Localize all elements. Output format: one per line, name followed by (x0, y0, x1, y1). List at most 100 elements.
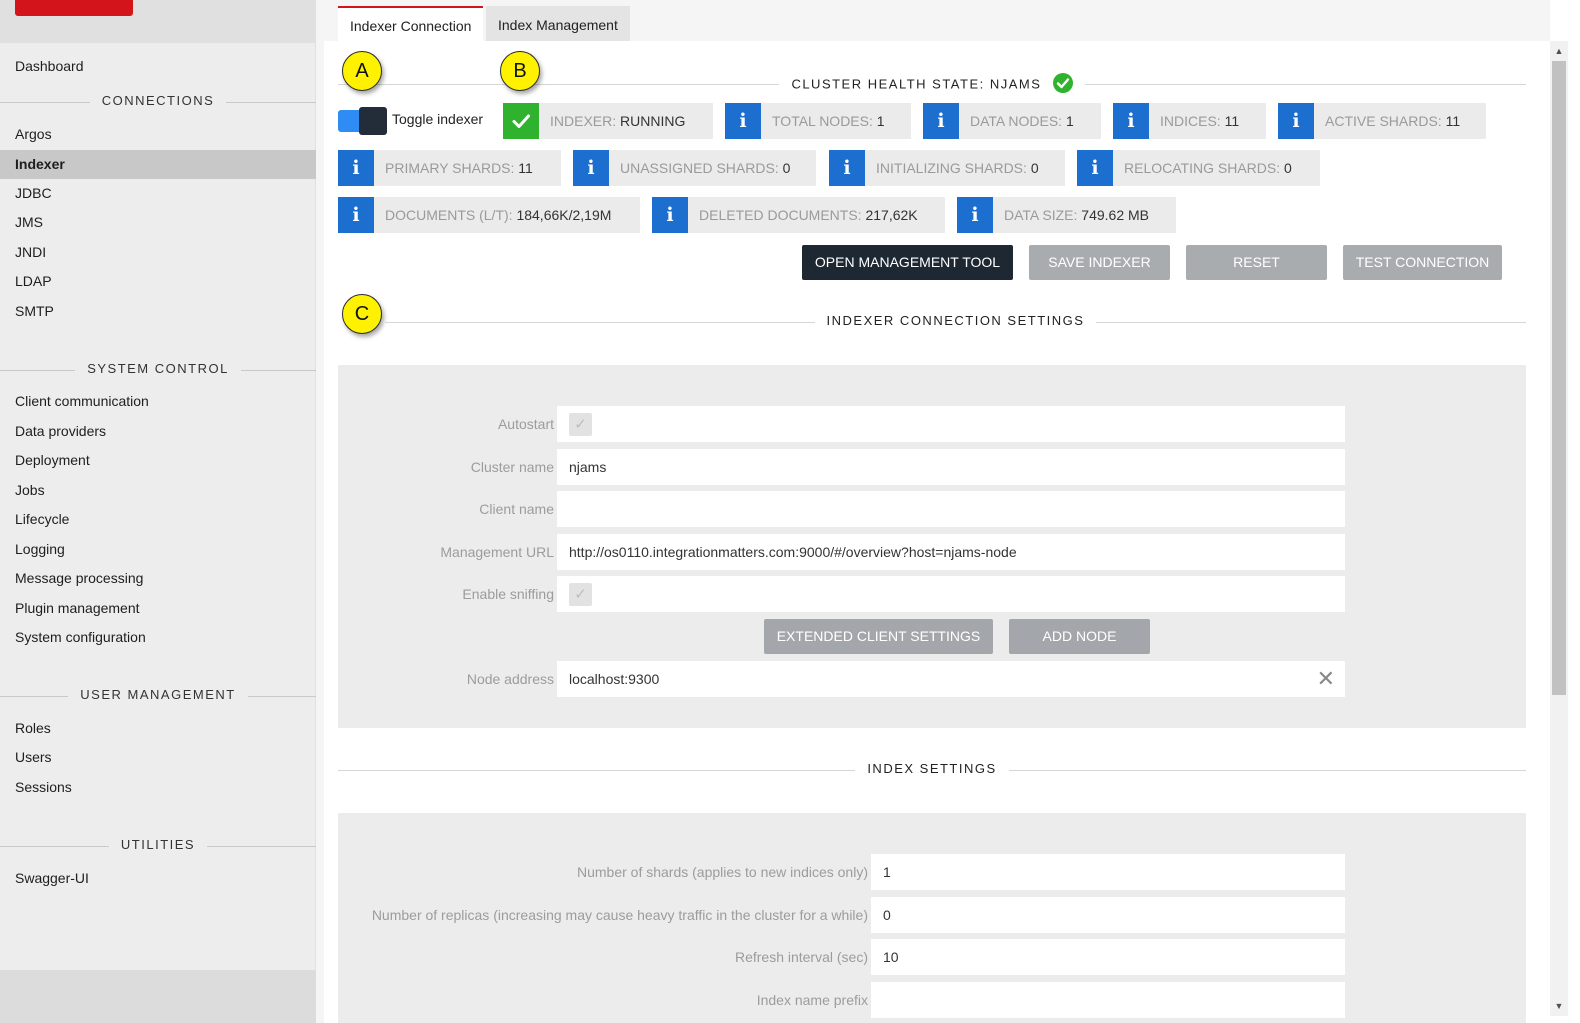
info-icon[interactable]: i (338, 197, 374, 233)
sidebar-footer (0, 970, 316, 1023)
toggle-indexer-switch[interactable] (338, 107, 388, 135)
sidebar-item-sessions[interactable]: Sessions (0, 773, 316, 802)
stat-indices: i INDICES: 11 (1113, 103, 1266, 139)
cluster-name-label: Cluster name (470, 459, 554, 475)
scrollbar-thumb[interactable] (1552, 61, 1566, 695)
tab-indexer-connection[interactable]: Indexer Connection (338, 6, 484, 41)
shards-label: Number of shards (applies to new indices… (576, 864, 868, 880)
client-name-input[interactable] (557, 491, 1345, 527)
management-url-label: Management URL (440, 544, 554, 560)
sidebar-item-jndi[interactable]: JNDI (0, 238, 316, 267)
sidebar-item-swagger-ui[interactable]: Swagger-UI (0, 864, 316, 893)
index-prefix-input[interactable] (871, 982, 1345, 1018)
section-header-system-control: SYSTEM CONTROL (0, 361, 316, 379)
sidebar-item-jms[interactable]: JMS (0, 208, 316, 237)
stat-primary-shards: i PRIMARY SHARDS: 11 (338, 150, 561, 186)
scroll-up-icon[interactable]: ▲ (1550, 43, 1568, 59)
sidebar-item-logging[interactable]: Logging (0, 535, 316, 564)
stat-relocating-shards: i RELOCATING SHARDS: 0 (1077, 150, 1320, 186)
info-icon[interactable]: i (829, 150, 865, 186)
info-icon[interactable]: i (338, 150, 374, 186)
info-icon[interactable]: i (573, 150, 609, 186)
node-address-label: Node address (466, 671, 554, 687)
sidebar-item-plugin-management[interactable]: Plugin management (0, 594, 316, 623)
stat-documents: i DOCUMENTS (L/T): 184,66K/2,19M (338, 197, 640, 233)
marker-c: C (342, 294, 382, 334)
stat-initializing-shards: i INITIALIZING SHARDS: 0 (829, 150, 1065, 186)
sidebar-item-deployment[interactable]: Deployment (0, 446, 316, 475)
marker-a: A (342, 51, 382, 91)
enable-sniffing-label: Enable sniffing (462, 586, 554, 602)
sidebar-item-argos[interactable]: Argos (0, 120, 316, 149)
section-header-user-management: USER MANAGEMENT (0, 687, 316, 705)
sidebar-item-jdbc[interactable]: JDBC (0, 179, 316, 208)
sidebar: Dashboard CONNECTIONS Argos Indexer JDBC… (0, 0, 316, 1023)
stat-unassigned-shards: i UNASSIGNED SHARDS: 0 (573, 150, 816, 186)
index-prefix-label: Index name prefix (756, 992, 868, 1008)
cluster-health-title: CLUSTER HEALTH STATE: NJAMS (791, 76, 1042, 92)
extended-client-settings-button[interactable]: EXTENDED CLIENT SETTINGS (764, 619, 993, 654)
management-url-input[interactable]: http://os0110.integrationmatters.com:900… (557, 534, 1345, 570)
info-icon[interactable]: i (957, 197, 993, 233)
autostart-label: Autostart (497, 416, 554, 432)
info-icon[interactable]: i (725, 103, 761, 139)
save-indexer-button[interactable]: SAVE INDEXER (1029, 245, 1170, 280)
enable-sniffing-checkbox[interactable]: ✓ (569, 583, 592, 606)
sidebar-item-users[interactable]: Users (0, 743, 316, 772)
node-address-input[interactable]: localhost:9300 ✕ (557, 661, 1345, 697)
stat-deleted-documents: i DELETED DOCUMENTS: 217,62K (652, 197, 945, 233)
sidebar-item-roles[interactable]: Roles (0, 714, 316, 743)
sidebar-item-client-communication[interactable]: Client communication (0, 387, 316, 416)
replicas-label: Number of replicas (increasing may cause… (371, 907, 868, 923)
sidebar-item-dashboard[interactable]: Dashboard (0, 52, 316, 81)
info-icon[interactable]: i (923, 103, 959, 139)
autostart-checkbox[interactable]: ✓ (569, 413, 592, 436)
main-scrollbar[interactable]: ▲ ▼ (1550, 41, 1568, 1016)
info-icon[interactable]: i (1113, 103, 1149, 139)
sidebar-item-lifecycle[interactable]: Lifecycle (0, 505, 316, 534)
sidebar-item-jobs[interactable]: Jobs (0, 476, 316, 505)
connection-settings-header: INDEXER CONNECTION SETTINGS (385, 313, 1526, 331)
brand-logo[interactable] (15, 0, 133, 16)
toggle-indexer-label: Toggle indexer (392, 111, 484, 127)
sidebar-item-ldap[interactable]: LDAP (0, 267, 316, 296)
connection-settings-title: INDEXER CONNECTION SETTINGS (814, 313, 1097, 328)
sidebar-item-indexer[interactable]: Indexer (0, 150, 316, 179)
info-icon[interactable]: i (1077, 150, 1113, 186)
refresh-interval-label: Refresh interval (sec) (734, 949, 868, 965)
cluster-name-input[interactable]: njams (557, 449, 1345, 485)
add-node-button[interactable]: ADD NODE (1009, 619, 1150, 654)
info-icon[interactable]: i (652, 197, 688, 233)
scroll-down-icon[interactable]: ▼ (1550, 998, 1568, 1014)
section-header-connections: CONNECTIONS (0, 93, 316, 111)
sidebar-item-system-configuration[interactable]: System configuration (0, 623, 316, 652)
stat-active-shards: i ACTIVE SHARDS: 11 (1278, 103, 1486, 139)
stat-data-size: i DATA SIZE: 749.62 MB (957, 197, 1176, 233)
client-name-label: Client name (479, 501, 554, 517)
autostart-field: ✓ (557, 406, 1345, 442)
open-management-tool-button[interactable]: OPEN MANAGEMENT TOOL (802, 245, 1013, 280)
indexer-status-value: RUNNING (620, 113, 686, 129)
sidebar-header (0, 0, 316, 43)
index-settings-title: INDEX SETTINGS (855, 761, 1009, 776)
test-connection-button[interactable]: TEST CONNECTION (1343, 245, 1502, 280)
sidebar-item-smtp[interactable]: SMTP (0, 297, 316, 326)
index-settings-header: INDEX SETTINGS (338, 761, 1526, 779)
shards-input[interactable]: 1 (871, 854, 1345, 890)
refresh-interval-input[interactable]: 10 (871, 939, 1345, 975)
stat-data-nodes: i DATA NODES: 1 (923, 103, 1101, 139)
section-header-utilities: UTILITIES (0, 837, 316, 855)
sidebar-item-message-processing[interactable]: Message processing (0, 564, 316, 593)
stat-total-nodes: i TOTAL NODES: 1 (725, 103, 911, 139)
stat-indexer: INDEXER: RUNNING (503, 103, 713, 139)
node-address-value: localhost:9300 (569, 671, 660, 687)
reset-button[interactable]: RESET (1186, 245, 1327, 280)
sidebar-item-data-providers[interactable]: Data providers (0, 417, 316, 446)
replicas-input[interactable]: 0 (871, 897, 1345, 933)
info-icon[interactable]: i (1278, 103, 1314, 139)
check-icon (503, 103, 539, 139)
health-ok-icon (1052, 73, 1073, 93)
enable-sniffing-field: ✓ (557, 576, 1345, 612)
tab-index-management[interactable]: Index Management (486, 6, 630, 41)
close-icon[interactable]: ✕ (1317, 661, 1335, 697)
